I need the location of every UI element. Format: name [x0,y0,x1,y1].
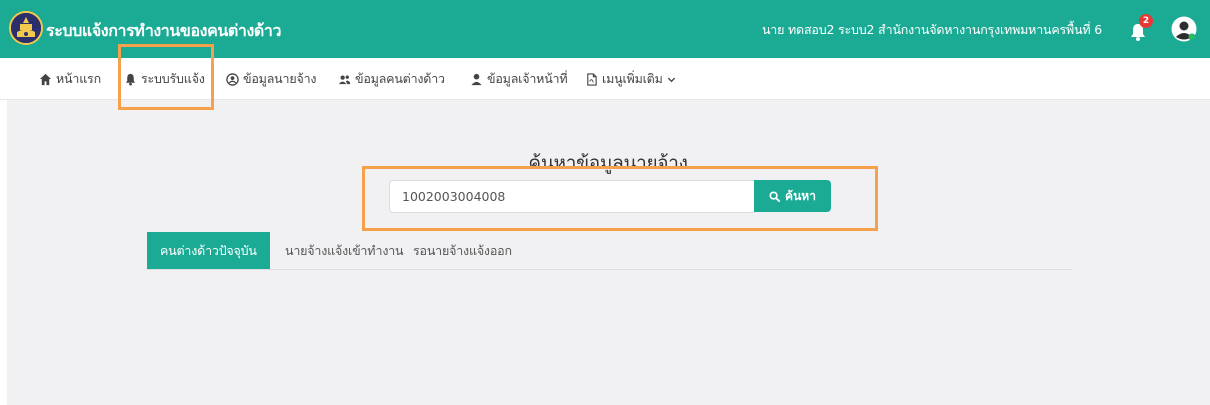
users-icon [338,73,351,86]
nav-item-officer-info[interactable]: ข้อมูลเจ้าหน้าที่ [470,70,568,88]
home-icon [39,73,52,86]
tab-pending-employer-exit[interactable]: รอนายจ้างแจ้งออก [413,232,512,269]
user-info: นาย ทดสอบ2 ระบบ2 สำนักงานจัดหางานกรุงเทพ… [761,22,1102,37]
department-logo [9,11,43,45]
tab-employer-reported-start[interactable]: นายจ้างแจ้งเข้าทำงาน [285,232,404,269]
search-title: ค้นหาข้อมูลนายจ้าง [528,152,688,174]
nav-item-label: ข้อมูลนายจ้าง [243,71,317,86]
nav-item-label: ข้อมูลคนต่างด้าว [355,71,445,86]
tabs: คนต่างด้าวปัจจุบัน นายจ้างแจ้งเข้าทำงาน … [147,232,1072,270]
nav-item-more-menu[interactable]: เมนูเพิ่มเติม [585,70,676,88]
nav-item-label: ระบบรับแจ้ง [141,71,205,86]
document-icon [585,72,598,86]
bell-icon [124,73,137,86]
main-navbar: หน้าแรก ระบบรับแจ้ง ข้อมูลนายจ้าง ข้อมูล… [0,58,1210,100]
search-input[interactable] [389,180,755,213]
nav-item-notification-system[interactable]: ระบบรับแจ้ง [124,70,205,88]
search-button-label: ค้นหา [785,188,816,203]
nav-item-home[interactable]: หน้าแรก [39,70,101,88]
app-title[interactable]: ระบบแจ้งการทำงานของคนต่างด้าว [46,19,281,44]
search-button[interactable]: ค้นหา [754,180,831,212]
nav-item-label: ข้อมูลเจ้าหน้าที่ [487,71,568,86]
notification-badge: 2 [1139,14,1153,28]
user-circle-icon [226,72,239,86]
user-avatar-icon[interactable] [1171,16,1197,42]
user-icon [470,73,483,86]
search-icon [769,190,781,202]
nav-item-label: เมนูเพิ่มเติม [602,71,663,86]
chevron-down-icon [667,75,676,84]
tab-current-foreigners[interactable]: คนต่างด้าวปัจจุบัน [147,232,270,269]
top-bar: ระบบแจ้งการทำงานของคนต่างด้าว นาย ทดสอบ2… [0,0,1210,58]
nav-item-label: หน้าแรก [56,71,101,86]
nav-item-foreigner-info[interactable]: ข้อมูลคนต่างด้าว [338,70,445,88]
nav-item-employer-info[interactable]: ข้อมูลนายจ้าง [226,70,316,88]
